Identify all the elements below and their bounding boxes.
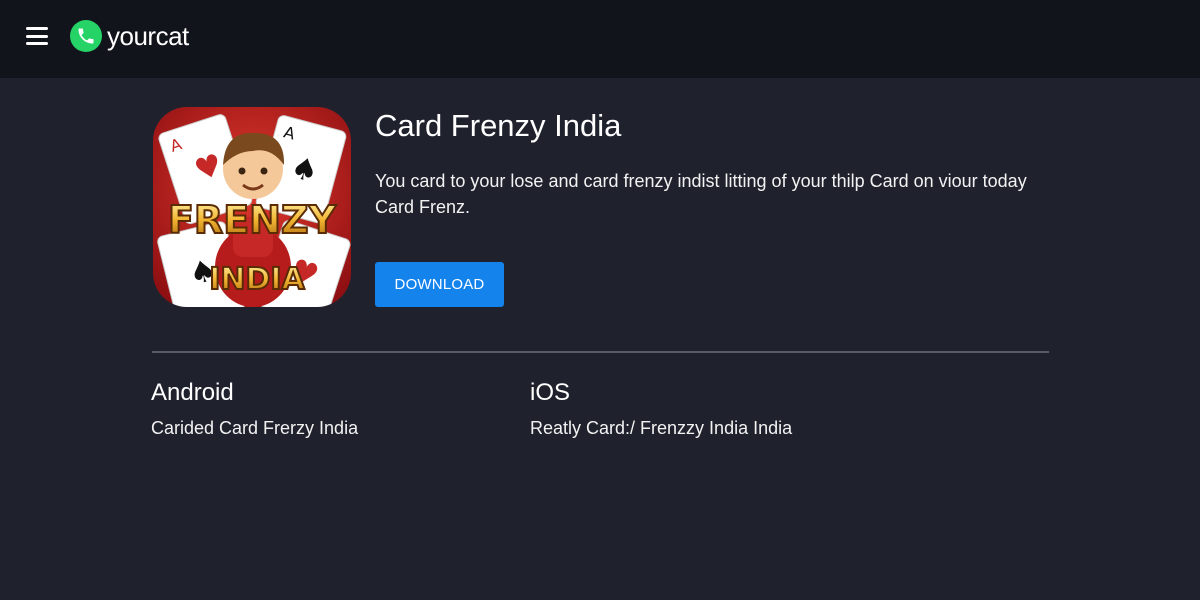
icon-word-bottom: INDIA [209, 262, 305, 297]
brand-name: yourcat [107, 20, 189, 51]
app-title: Card Frenzy India [375, 108, 622, 143]
app-description: You card to your lose and card frenzy in… [375, 171, 1027, 217]
ios-heading: iOS [530, 379, 571, 406]
section-divider [152, 351, 1049, 353]
android-heading: Android [151, 379, 234, 406]
android-text: Carided Card Frerzy India [151, 418, 359, 438]
brand-logo[interactable]: yourcat [70, 19, 189, 53]
app-icon-image: A ♥ A ♠ ♠ ♥ FRENZY INDIA [153, 107, 351, 307]
ios-text: Reatly Card:/ Frenzzy India India [530, 418, 793, 438]
hamburger-menu-icon[interactable] [26, 27, 48, 45]
top-bar: yourcat [0, 0, 1200, 78]
icon-word-top: FRENZY [168, 198, 337, 242]
phone-logo-icon [70, 20, 102, 52]
download-button[interactable]: DOWNLOAD [375, 262, 504, 307]
